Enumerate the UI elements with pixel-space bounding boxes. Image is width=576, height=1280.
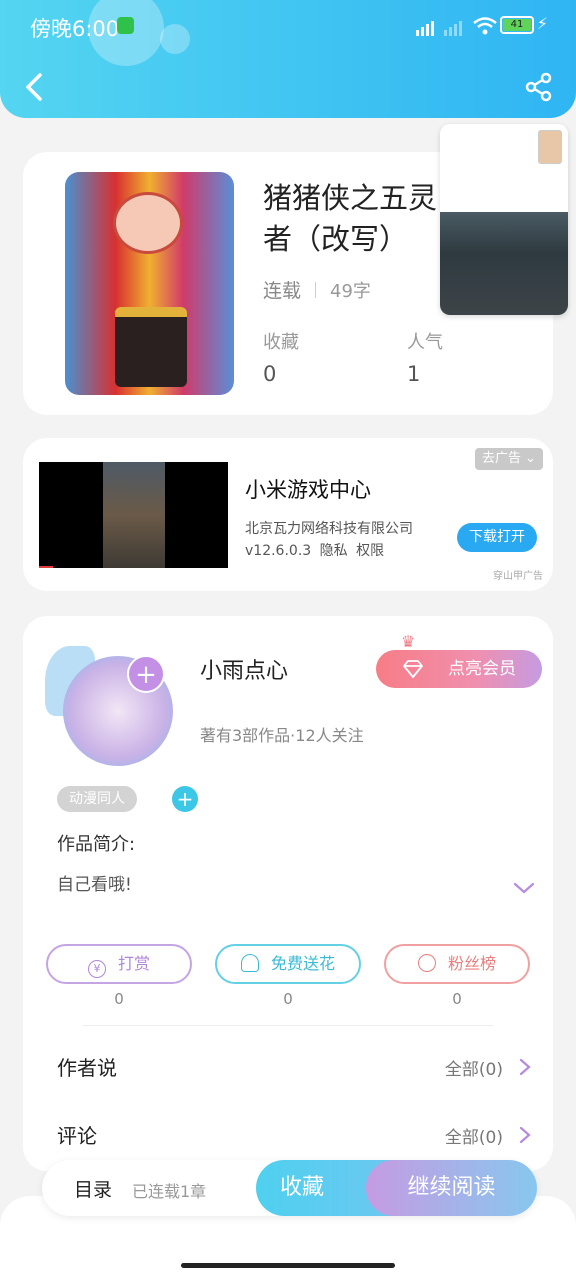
category-tag[interactable]: 动漫同人 [57, 786, 137, 812]
status-time: 傍晚6:00 [30, 17, 120, 41]
intro-label: 作品简介: [57, 834, 136, 855]
serial-status: 已连载1章 [132, 1182, 207, 1201]
add-tag-button[interactable]: + [172, 786, 198, 812]
fan-ranking-label: 粉丝榜 [447, 954, 496, 973]
wifi-icon [473, 17, 497, 35]
remove-ad-label: 去广告 [481, 451, 521, 466]
divider [83, 1025, 493, 1026]
ad-source: 穿山甲广告 [493, 571, 543, 582]
diamond-icon [403, 660, 423, 678]
signal-indicators [416, 16, 498, 36]
expand-chevron-icon[interactable] [513, 881, 535, 895]
book-cover[interactable] [65, 172, 234, 395]
user-heart-icon [417, 954, 436, 972]
cover-mask [115, 307, 187, 387]
ad-download-button[interactable]: 下载打开 [457, 523, 537, 552]
stat-popularity-label: 人气 [407, 332, 443, 353]
book-status: 连载 [263, 280, 302, 302]
stat-popularity-value: 1 [407, 362, 421, 386]
fan-ranking-button[interactable]: 粉丝榜 [384, 944, 530, 984]
floating-video-window[interactable] [440, 124, 568, 315]
book-meta: 连载 49字 [263, 276, 371, 303]
reward-count: 0 [114, 990, 124, 1008]
send-flower-label: 免费送花 [270, 954, 335, 973]
author-subtitle: 著有3部作品·12人关注 [200, 726, 364, 745]
remove-ad-button[interactable]: 去广告 ⌄ [474, 448, 543, 470]
signal-icon-secondary [444, 21, 462, 36]
comments-row[interactable]: 评论 全部(0) [57, 1114, 531, 1154]
author-notes-more: 全部(0) [444, 1060, 503, 1080]
author-notes-row[interactable]: 作者说 全部(0) [57, 1046, 531, 1086]
author-notes-title: 作者说 [57, 1056, 117, 1080]
author-name: 小雨点心 [200, 659, 289, 684]
comments-more: 全部(0) [444, 1128, 503, 1148]
share-icon[interactable] [524, 72, 554, 102]
vip-button-label: 点亮会员 [448, 659, 516, 679]
ad-video[interactable] [39, 462, 228, 568]
book-title: 猪猪侠之五灵者（改写） [263, 181, 438, 256]
bottom-action-bar: 目录 已连载1章 收藏 继续阅读 [42, 1160, 537, 1216]
table-of-contents-button[interactable]: 目录 [74, 1175, 112, 1202]
header: 傍晚6:00 41 ⚡ [0, 0, 576, 118]
chevron-right-icon [519, 1126, 531, 1144]
author-card: + 小雨点心 ♛ 点亮会员 著有3部作品·12人关注 动漫同人 + 作品简介: … [23, 616, 553, 1171]
video-scene [440, 212, 568, 315]
ad-company: 北京瓦力网络科技有限公司 [245, 521, 413, 537]
ad-video-poster [103, 462, 165, 568]
vip-button[interactable]: 点亮会员 [376, 650, 542, 688]
battery-icon: 41 [500, 16, 534, 34]
battery-level: 41 [503, 19, 531, 31]
ad-video-progress [39, 566, 53, 568]
charging-icon: ⚡ [536, 14, 548, 33]
signal-icon [416, 21, 434, 36]
flower-count: 0 [283, 990, 293, 1008]
back-icon[interactable] [20, 70, 50, 104]
camera-thumbnail [538, 130, 562, 164]
ad-card[interactable]: 去广告 ⌄ 小米游戏中心 北京瓦力网络科技有限公司 v12.6.0.3 隐私 权… [23, 438, 553, 591]
stat-favorites-value: 0 [263, 362, 277, 386]
chevron-right-icon [519, 1058, 531, 1076]
fan-count: 0 [452, 990, 462, 1008]
ad-version-line[interactable]: v12.6.0.3 隐私 权限 [245, 540, 384, 560]
home-indicator[interactable] [181, 1263, 395, 1268]
intro-text: 自己看哦! [57, 875, 132, 895]
wechat-icon [117, 17, 134, 34]
yen-icon: ¥ [87, 960, 106, 978]
ad-title: 小米游戏中心 [245, 478, 371, 502]
continue-reading-button[interactable]: 继续阅读 [366, 1160, 537, 1216]
flower-icon [240, 954, 259, 972]
reward-button[interactable]: ¥ 打赏 [46, 944, 192, 984]
cover-character [113, 192, 183, 254]
meta-divider [315, 281, 317, 298]
stat-favorites-label: 收藏 [263, 332, 299, 353]
book-word-count: 49字 [330, 280, 371, 302]
reward-label: 打赏 [117, 954, 150, 973]
follow-plus-button[interactable]: + [127, 655, 165, 693]
crown-icon: ♛ [401, 632, 416, 651]
comments-title: 评论 [57, 1124, 97, 1148]
send-flower-button[interactable]: 免费送花 [215, 944, 361, 984]
status-bar: 傍晚6:00 41 ⚡ [0, 0, 576, 52]
